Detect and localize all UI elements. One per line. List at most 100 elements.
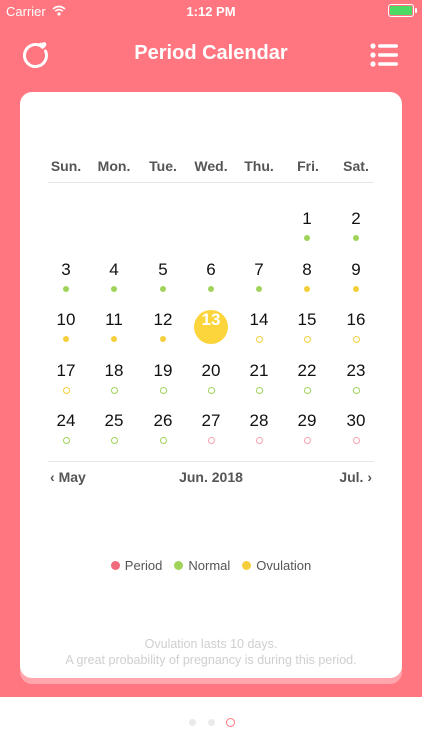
calendar-day[interactable]: 23 <box>336 361 376 394</box>
calendar-day[interactable]: 16 <box>336 310 376 343</box>
day-number: 19 <box>153 361 173 380</box>
app-screen: Carrier 1:12 PM Period Calendar Sun. Mon… <box>0 0 422 750</box>
day-number: 11 <box>105 310 123 329</box>
normal-dot <box>159 387 167 394</box>
day-number: 23 <box>346 361 366 380</box>
calendar-day[interactable]: 17 <box>46 361 86 394</box>
calendar-day[interactable]: 10 <box>46 310 86 342</box>
day-number: 3 <box>61 260 71 279</box>
day-number: 25 <box>104 411 124 430</box>
ovulation-dot <box>304 286 310 292</box>
day-number: 10 <box>56 310 76 329</box>
normal-dot <box>256 286 262 292</box>
calendar-day-today[interactable]: 13 <box>191 310 231 344</box>
ovulation-dot <box>303 336 311 343</box>
weekday-label: Thu. <box>244 158 274 174</box>
day-number: 15 <box>297 310 317 329</box>
day-number: 26 <box>153 411 173 430</box>
page-indicator <box>0 719 422 726</box>
calendar-day[interactable]: 15 <box>287 310 327 343</box>
calendar-day[interactable]: 11 <box>94 310 134 342</box>
header-divider <box>48 182 374 183</box>
calendar-day[interactable]: 26 <box>143 411 183 444</box>
legend-label: Normal <box>188 558 231 573</box>
day-number: 24 <box>56 411 76 430</box>
page-dot-active[interactable] <box>226 719 234 726</box>
day-number: 8 <box>302 260 312 279</box>
calendar-day[interactable]: 29 <box>287 411 327 444</box>
page-title: Period Calendar <box>134 42 288 64</box>
day-number: 7 <box>254 260 264 279</box>
day-number: 27 <box>201 411 221 430</box>
weekday-label: Mon. <box>97 158 131 174</box>
legend-item-period: Period <box>110 558 163 573</box>
day-number: 12 <box>153 310 173 329</box>
weekday-label: Wed. <box>194 158 228 174</box>
normal-dot <box>159 437 167 444</box>
calendar-day[interactable]: 4 <box>94 260 134 292</box>
ovulation-dot <box>111 336 117 342</box>
day-number: 5 <box>158 260 168 279</box>
ovulation-dot <box>62 387 70 394</box>
month-divider <box>48 461 374 462</box>
normal-dot <box>255 387 263 394</box>
calendar-day[interactable]: 24 <box>46 411 86 444</box>
normal-dot <box>304 235 310 241</box>
period-dot <box>303 437 311 444</box>
weekday-label: Fri. <box>297 158 319 174</box>
legend-item-ovulation: Ovulation <box>242 558 311 573</box>
page-dot[interactable] <box>207 719 215 726</box>
current-month: Jun. 2018 <box>179 469 243 485</box>
calendar-day[interactable]: 14 <box>239 310 279 343</box>
calendar-day[interactable]: 22 <box>287 361 327 394</box>
calendar-day[interactable]: 28 <box>239 411 279 444</box>
next-month-button[interactable]: Jul. › <box>339 469 372 485</box>
day-number: 14 <box>249 310 269 329</box>
legend: Period Normal Ovulation <box>20 558 402 573</box>
calendar-day[interactable]: 2 <box>336 209 376 241</box>
period-dot <box>352 437 360 444</box>
calendar-day[interactable]: 21 <box>239 361 279 394</box>
calendar-day[interactable]: 20 <box>191 361 231 394</box>
ovulation-dot <box>242 561 252 570</box>
note-line-2: A great probability of pregnancy is duri… <box>65 653 357 667</box>
calendar-day[interactable]: 7 <box>239 260 279 292</box>
ovulation-dot <box>255 336 263 343</box>
calendar-day[interactable]: 19 <box>143 361 183 394</box>
calendar-day[interactable]: 12 <box>143 310 183 342</box>
normal-dot <box>208 286 214 292</box>
weekday-label: Sat. <box>343 158 369 174</box>
normal-dot <box>111 286 117 292</box>
calendar-day[interactable]: 9 <box>336 260 376 292</box>
day-number: 9 <box>351 260 361 279</box>
day-number: 30 <box>346 411 366 430</box>
normal-dot <box>62 437 70 444</box>
chevron-right-icon: › <box>363 469 372 485</box>
normal-dot <box>303 387 311 394</box>
day-number: 28 <box>249 411 269 430</box>
calendar-day[interactable]: 25 <box>94 411 134 444</box>
calendar-day[interactable]: 3 <box>46 260 86 292</box>
day-number: 1 <box>302 209 312 228</box>
normal-dot <box>63 286 69 292</box>
day-number: 17 <box>56 361 76 380</box>
calendar-day[interactable]: 8 <box>287 260 327 292</box>
day-number: 21 <box>249 361 269 380</box>
calendar-day[interactable]: 18 <box>94 361 134 394</box>
legend-item-normal: Normal <box>174 558 230 573</box>
calendar-day[interactable]: 30 <box>336 411 376 444</box>
period-dot <box>255 437 263 444</box>
normal-dot <box>353 235 359 241</box>
legend-label: Period <box>124 558 163 573</box>
calendar-day[interactable]: 6 <box>191 260 231 292</box>
calendar-card: Sun. Mon. Tue. Wed. Thu. Fri. Sat. 1 2 3… <box>20 92 402 678</box>
weekday-label: Tue. <box>149 158 177 174</box>
normal-dot <box>110 387 118 394</box>
calendar-day[interactable]: 5 <box>143 260 183 292</box>
month-navigation: ‹ May Jun. 2018 Jul. › <box>50 469 372 491</box>
note-line-1: Ovulation lasts 10 days. <box>144 637 278 651</box>
calendar-day[interactable]: 1 <box>287 209 327 241</box>
list-menu-icon[interactable] <box>368 38 402 72</box>
page-dot[interactable] <box>188 719 196 726</box>
calendar-day[interactable]: 27 <box>191 411 231 444</box>
